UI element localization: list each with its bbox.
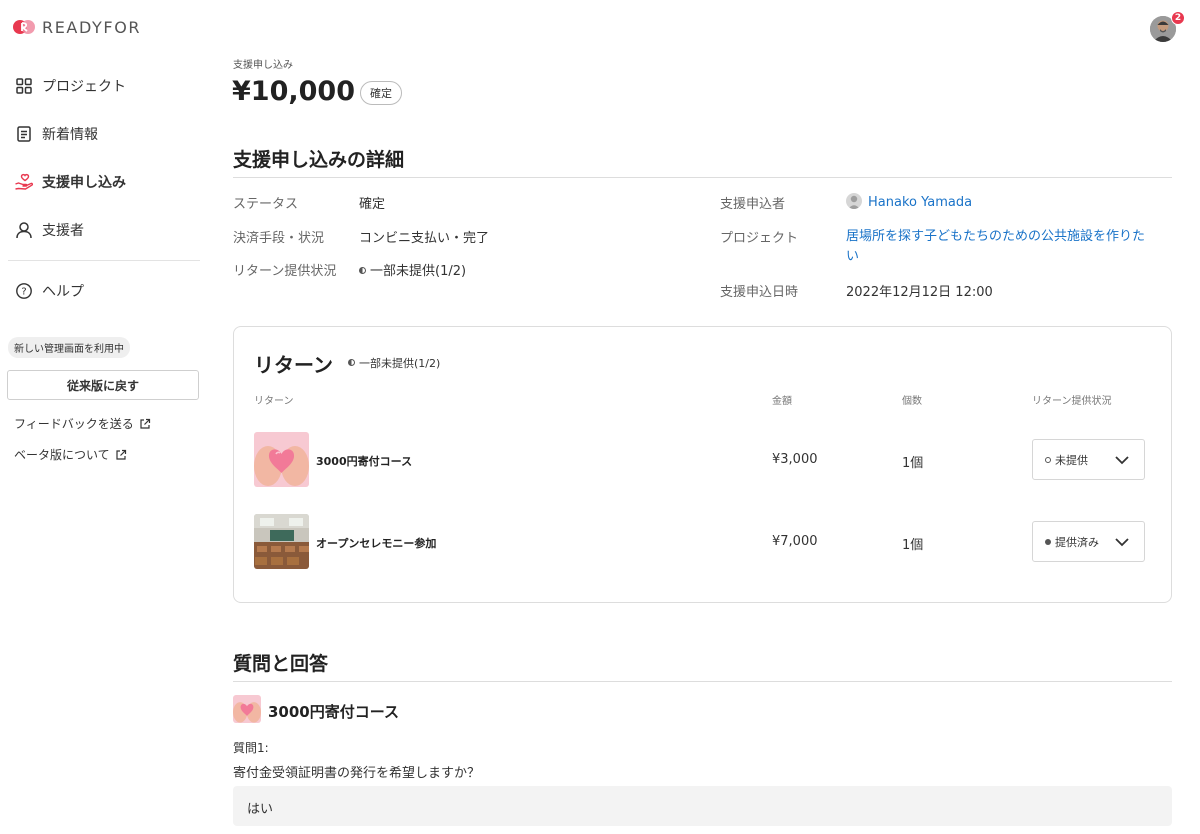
feedback-link[interactable]: フィードバックを送る xyxy=(14,415,151,432)
payment-label: 決済手段・状況 xyxy=(233,231,325,246)
sidebar-item-support-applications[interactable]: 支援申し込み xyxy=(14,172,126,192)
project-label: プロジェクト xyxy=(720,231,799,246)
document-icon xyxy=(14,124,34,144)
column-header-return: リターン xyxy=(254,396,294,407)
return-status-select-value: 未提供 xyxy=(1055,453,1088,467)
returns-status: 一部未提供(1/2) xyxy=(348,355,440,371)
person-icon xyxy=(14,220,34,240)
payment-value: コンビニ支払い・完了 xyxy=(359,231,490,246)
status-value: 確定 xyxy=(359,197,386,212)
column-header-quantity: 個数 xyxy=(902,396,922,407)
sidebar-item-news[interactable]: 新着情報 xyxy=(14,124,98,144)
feedback-link-label: フィードバックを送る xyxy=(14,417,134,431)
sidebar-item-label: 支援者 xyxy=(42,223,84,239)
beta-about-link-label: ベータ版について xyxy=(14,448,110,462)
question-label: 質問1: xyxy=(233,741,269,755)
return-status-select[interactable]: 提供済み xyxy=(1032,521,1145,562)
brand-name: READYFOR xyxy=(42,17,142,37)
return-status-select-value: 提供済み xyxy=(1055,535,1099,549)
return-amount: ¥7,000 xyxy=(772,534,818,549)
half-circle-icon xyxy=(359,267,366,274)
return-quantity: 1個 xyxy=(902,456,924,471)
page-kicker: 支援申し込み xyxy=(233,60,293,71)
qa-section-title: 質問と回答 xyxy=(233,653,329,675)
project-link[interactable]: 居場所を探す子どもたちのための公共施設を作りた い xyxy=(846,227,1172,267)
chevron-down-icon xyxy=(1115,456,1129,465)
supporter-name-link[interactable]: Hanako Yamada xyxy=(868,195,972,210)
grid-icon xyxy=(14,76,34,96)
heart-hands-thumbnail xyxy=(233,695,261,723)
section-divider xyxy=(233,681,1172,682)
hand-heart-icon xyxy=(14,172,34,192)
user-placeholder-icon xyxy=(846,193,862,209)
new-ui-badge: 新しい管理画面を利用中 xyxy=(8,337,130,358)
column-header-return-status: リターン提供状況 xyxy=(1032,396,1112,407)
external-link-icon xyxy=(116,449,126,460)
supporter-label: 支援申込者 xyxy=(720,197,786,212)
return-status-value: 一部未提供(1/2) xyxy=(359,260,466,279)
readyfor-logo-icon xyxy=(13,20,35,34)
external-link-icon xyxy=(140,418,150,429)
returns-status-text: 一部未提供(1/2) xyxy=(359,357,441,370)
return-amount: ¥3,000 xyxy=(772,452,818,467)
svg-text:?: ? xyxy=(21,287,26,298)
sidebar-item-label: 支援申し込み xyxy=(42,175,126,191)
empty-circle-icon xyxy=(1045,456,1051,463)
half-circle-icon xyxy=(348,359,355,366)
support-amount: ¥10,000 xyxy=(232,76,355,107)
return-status-select[interactable]: 未提供 xyxy=(1032,439,1145,480)
supporter-value: Hanako Yamada xyxy=(846,193,972,210)
date-value: 2022年12月12日 12:00 xyxy=(846,285,993,300)
status-label: ステータス xyxy=(233,197,299,212)
filled-circle-icon xyxy=(1045,538,1051,545)
help-circle-icon: ? xyxy=(14,281,34,301)
classroom-thumbnail xyxy=(254,514,309,569)
section-divider xyxy=(233,177,1172,178)
date-label: 支援申込日時 xyxy=(720,285,799,300)
details-section-title: 支援申し込みの詳細 xyxy=(233,149,405,171)
answer-box: はい xyxy=(233,786,1172,826)
back-to-legacy-button[interactable]: 従来版に戻す xyxy=(7,370,199,400)
return-name: オープンセレモニー参加 xyxy=(316,537,437,550)
sidebar-item-help[interactable]: ? ヘルプ xyxy=(14,281,84,301)
sidebar-item-projects[interactable]: プロジェクト xyxy=(14,76,126,96)
notification-badge: 2 xyxy=(1171,11,1185,25)
sidebar-item-label: ヘルプ xyxy=(42,284,84,300)
project-link-line2: い xyxy=(846,249,860,264)
column-header-amount: 金額 xyxy=(772,396,792,407)
chevron-down-icon xyxy=(1115,538,1129,547)
brand-logo[interactable]: READYFOR xyxy=(13,17,141,37)
beta-about-link[interactable]: ベータ版について xyxy=(14,446,127,463)
return-status-label: リターン提供状況 xyxy=(233,264,337,279)
heart-hands-thumbnail xyxy=(254,432,309,487)
return-name: 3000円寄付コース xyxy=(316,455,413,468)
question-text: 寄付金受領証明書の発行を希望しますか？ xyxy=(233,766,481,781)
sidebar-item-label: 新着情報 xyxy=(42,127,98,143)
status-badge: 確定 xyxy=(360,81,402,105)
sidebar-item-supporters[interactable]: 支援者 xyxy=(14,220,84,240)
project-link-line1: 居場所を探す子どもたちのための公共施設を作りた xyxy=(846,229,1146,244)
return-status-text: 一部未提供(1/2) xyxy=(370,264,467,279)
sidebar: READYFOR プロジェクト 新着情報 支援申し込み 支援者 ? ヘルプ 新し… xyxy=(0,0,212,834)
return-quantity: 1個 xyxy=(902,538,924,553)
sidebar-item-label: プロジェクト xyxy=(42,79,126,95)
returns-title: リターン xyxy=(254,353,333,377)
qa-course-name: 3000円寄付コース xyxy=(268,703,399,721)
sidebar-divider xyxy=(8,260,200,261)
